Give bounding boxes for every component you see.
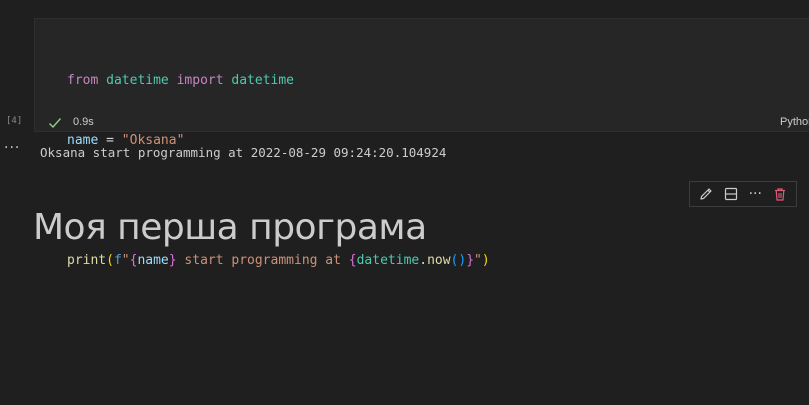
- more-actions-icon[interactable]: ···: [745, 184, 765, 204]
- brace-close: }: [466, 253, 475, 268]
- pencil-icon[interactable]: [696, 184, 716, 204]
- more-dots-label: ···: [748, 186, 762, 202]
- string-body: start programming at: [176, 253, 349, 268]
- code-editor[interactable]: from datetime import datetime name = "Ok…: [67, 31, 490, 311]
- quote: ": [474, 253, 482, 268]
- check-icon: [48, 115, 62, 129]
- paren-open: (: [106, 253, 114, 268]
- output-more-actions-icon[interactable]: ···: [4, 140, 20, 156]
- keyword-from: from: [67, 73, 99, 88]
- code-line-1: from datetime import datetime: [67, 71, 490, 91]
- module-ref: datetime: [356, 253, 420, 268]
- dot: .: [419, 253, 428, 268]
- execution-status: 0.9s: [48, 113, 94, 131]
- method-now: now: [427, 253, 451, 268]
- quote: ": [121, 253, 130, 268]
- variable-ref: name: [137, 253, 169, 268]
- module-name: datetime: [106, 73, 169, 88]
- trash-icon[interactable]: [770, 184, 790, 204]
- markdown-heading: Моя перша програма: [33, 207, 427, 248]
- code-line-4: print(f"{name} start programming at {dat…: [67, 251, 490, 271]
- execution-duration: 0.9s: [73, 116, 94, 128]
- keyword-import: import: [176, 73, 224, 88]
- brace-open: {: [348, 253, 357, 268]
- imported-name: datetime: [231, 73, 295, 88]
- kernel-language-label[interactable]: Python: [780, 116, 809, 128]
- cell-output: Oksana start programming at 2022-08-29 0…: [40, 145, 447, 160]
- markdown-cell-toolbar: ···: [689, 181, 797, 207]
- paren-close: ): [481, 253, 490, 268]
- execution-count: [4]: [6, 116, 23, 126]
- code-cell[interactable]: from datetime import datetime name = "Ok…: [34, 18, 809, 268]
- split-cell-icon[interactable]: [721, 184, 741, 204]
- fstring-prefix: f: [113, 253, 122, 268]
- function-print: print: [67, 253, 107, 268]
- brace-close: }: [168, 253, 177, 268]
